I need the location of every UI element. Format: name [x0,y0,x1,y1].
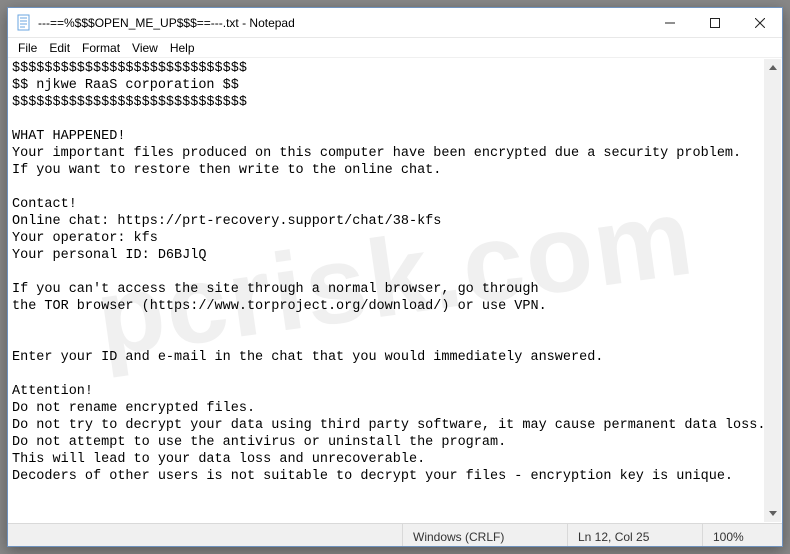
statusbar: Windows (CRLF) Ln 12, Col 25 100% [8,523,782,546]
text-area[interactable]: $$$$$$$$$$$$$$$$$$$$$$$$$$$$$ $$ njkwe R… [8,58,782,523]
window-controls [647,8,782,37]
maximize-button[interactable] [692,8,737,38]
scroll-up-button[interactable] [764,59,781,76]
menu-edit[interactable]: Edit [43,40,76,56]
scroll-down-button[interactable] [764,505,781,522]
menu-view[interactable]: View [126,40,164,56]
app-window: ---==%$$$OPEN_ME_UP$$$==---.txt - Notepa… [7,7,783,547]
menubar: File Edit Format View Help [8,38,782,58]
status-spacer [8,524,402,546]
minimize-button[interactable] [647,8,692,38]
menu-file[interactable]: File [12,40,43,56]
notepad-icon [16,13,32,33]
status-cursor-position: Ln 12, Col 25 [567,524,702,546]
window-title: ---==%$$$OPEN_ME_UP$$$==---.txt - Notepa… [38,16,647,30]
vertical-scrollbar[interactable] [764,59,781,522]
status-encoding: Windows (CRLF) [402,524,567,546]
menu-format[interactable]: Format [76,40,126,56]
scrollbar-track[interactable] [764,76,781,505]
close-button[interactable] [737,8,782,38]
menu-help[interactable]: Help [164,40,201,56]
status-zoom: 100% [702,524,782,546]
titlebar[interactable]: ---==%$$$OPEN_ME_UP$$$==---.txt - Notepa… [8,8,782,38]
